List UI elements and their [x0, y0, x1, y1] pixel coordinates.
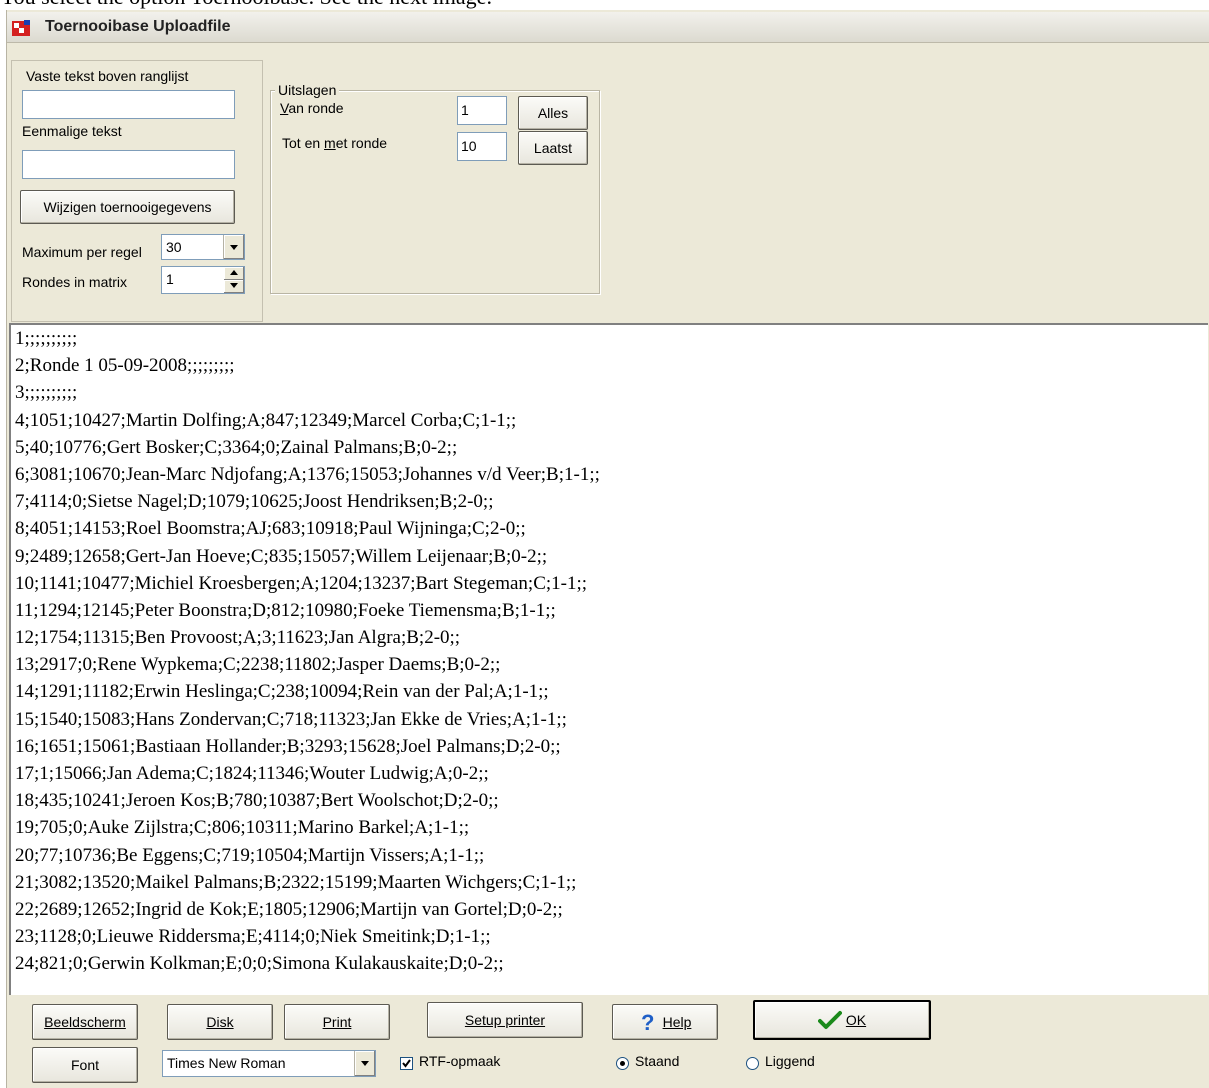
fixed-text-input[interactable]: [22, 90, 235, 119]
print-button[interactable]: Print: [284, 1004, 390, 1040]
ok-button[interactable]: OK: [753, 1000, 931, 1040]
setup-printer-button-label: Setup printer: [464, 1012, 546, 1028]
output-line: 12;1754;11315;Ben Provoost;A;3;11623;Jan…: [15, 627, 461, 649]
font-select[interactable]: Times New Roman: [162, 1050, 376, 1077]
onetime-text-label: Eenmalige tekst: [22, 123, 122, 139]
results-group-title: Uitslagen: [275, 82, 340, 98]
to-round-label-part2: et ronde: [335, 135, 388, 151]
to-round-label-part1: Tot en: [282, 135, 325, 151]
output-line: 3;;;;;;;;;;: [15, 382, 78, 404]
output-line: 7;4114;0;Sietse Nagel;D;1079;10625;Joost…: [15, 491, 494, 513]
max-per-line-label: Maximum per regel: [22, 244, 142, 260]
from-round-label: Van ronde: [280, 100, 344, 116]
upload-window: Toernooibase Uploadfile Vaste tekst bove…: [6, 10, 1209, 1088]
all-rounds-button[interactable]: Alles: [518, 96, 588, 130]
all-rounds-button-label: Alles: [537, 105, 569, 121]
edit-tournament-button[interactable]: Wijzigen toernooigegevens: [20, 190, 235, 224]
output-line: 23;1128;0;Lieuwe Riddersma;E;4114;0;Niek…: [15, 926, 491, 948]
output-line: 24;821;0;Gerwin Kolkman;E;0;0;Simona Kul…: [15, 953, 504, 975]
to-round-label-hotkey: m: [324, 135, 336, 151]
output-line: 5;40;10776;Gert Bosker;C;3364;0;Zainal P…: [15, 436, 458, 458]
window-title: Toernooibase Uploadfile: [45, 18, 231, 35]
caption-text: You select the option Toernooibase. See …: [0, 0, 1209, 10]
app-icon: [12, 20, 30, 36]
rtf-label: RTF-opmaak: [419, 1053, 501, 1069]
chevron-down-icon[interactable]: [223, 235, 244, 259]
rounds-matrix-value: 1: [166, 271, 174, 287]
from-round-label-rest: an ronde: [288, 100, 344, 116]
last-round-button-label: Laatst: [533, 140, 573, 156]
edit-tournament-button-label: Wijzigen toernooigegevens: [43, 199, 212, 215]
output-text-area[interactable]: 1;;;;;;;;;; 2;Ronde 1 05-09-2008;;;;;;;;;…: [9, 323, 1208, 995]
output-line: 14;1291;11182;Erwin Heslinga;C;238;10094…: [15, 681, 549, 703]
output-line: 9;2489;12658;Gert-Jan Hoeve;C;835;15057;…: [15, 545, 548, 567]
rounds-matrix-label: Rondes in matrix: [22, 274, 128, 290]
spin-down-icon[interactable]: [224, 280, 244, 293]
max-per-line-select[interactable]: 30: [161, 234, 245, 260]
setup-printer-button[interactable]: Setup printer: [427, 1002, 583, 1038]
from-round-value: 1: [461, 102, 469, 118]
to-round-input[interactable]: 10: [457, 132, 507, 161]
portrait-label: Staand: [635, 1053, 680, 1069]
output-lines: 1;;;;;;;;;; 2;Ronde 1 05-09-2008;;;;;;;;;…: [11, 325, 1208, 978]
help-button[interactable]: ? Help: [612, 1004, 718, 1040]
output-line: 8;4051;14153;Roel Boomstra;AJ;683;10918;…: [15, 518, 526, 540]
output-line: 21;3082;13520;Maikel Palmans;B;2322;1519…: [15, 871, 577, 893]
output-line: 18;435;10241;Jeroen Kos;B;780;10387;Bert…: [15, 790, 499, 812]
print-button-label: Print: [322, 1014, 352, 1030]
screen-button-label: Beeldscherm: [44, 1014, 126, 1030]
to-round-label: Tot en met ronde: [282, 135, 387, 151]
max-per-line-value: 30: [166, 239, 182, 255]
output-line: 1;;;;;;;;;;: [15, 328, 78, 349]
output-line: 11;1294;12145;Peter Boonstra;D;812;10980…: [15, 599, 556, 621]
output-line: 19;705;0;Auke Zijlstra;C;806;10311;Marin…: [15, 817, 470, 839]
rounds-matrix-spinner[interactable]: 1: [161, 266, 245, 294]
onetime-text-input[interactable]: [22, 150, 235, 179]
output-line: 20;77;10736;Be Eggens;C;719;10504;Martij…: [15, 844, 485, 866]
output-line: 16;1651;15061;Bastiaan Hollander;B;3293;…: [15, 735, 561, 757]
landscape-label: Liggend: [765, 1053, 815, 1069]
fixed-text-label: Vaste tekst boven ranglijst: [26, 68, 189, 84]
disk-button[interactable]: Disk: [167, 1004, 273, 1040]
radio-selected-dot: [620, 1061, 625, 1066]
rtf-checkbox[interactable]: [400, 1057, 413, 1070]
portrait-radio[interactable]: [616, 1057, 629, 1070]
from-round-input[interactable]: 1: [457, 96, 507, 125]
to-round-value: 10: [461, 138, 477, 154]
svg-text:?: ?: [641, 1011, 654, 1033]
font-button-label: Font: [70, 1057, 99, 1073]
output-line: 13;2917;0;Rene Wypkema;C;2238;11802;Jasp…: [15, 654, 501, 676]
disk-button-label: Disk: [206, 1014, 234, 1030]
help-icon: ?: [641, 1011, 654, 1033]
last-round-button[interactable]: Laatst: [518, 131, 588, 165]
landscape-radio[interactable]: [746, 1057, 759, 1070]
output-line: 10;1141;10477;Michiel Kroesbergen;A;1204…: [15, 572, 588, 594]
font-select-value: Times New Roman: [167, 1055, 286, 1071]
help-button-label: Help: [662, 1014, 692, 1030]
checkmark-icon: [817, 1011, 842, 1029]
output-line: 22;2689;12652;Ingrid de Kok;E;1805;12906…: [15, 898, 563, 920]
chevron-down-icon[interactable]: [354, 1051, 375, 1076]
output-line: 15;1540;15083;Hans Zondervan;C;718;11323…: [15, 708, 567, 730]
output-line: 17;1;15066;Jan Adema;C;1824;11346;Wouter…: [15, 763, 489, 784]
output-line: 6;3081;10670;Jean-Marc Ndjofang;A;1376;1…: [15, 463, 600, 485]
check-icon: [402, 1059, 411, 1068]
font-button[interactable]: Font: [32, 1047, 138, 1083]
ok-button-label: OK: [845, 1012, 867, 1028]
output-line: 4;1051;10427;Martin Dolfing;A;847;12349;…: [15, 409, 517, 431]
screen-button[interactable]: Beeldscherm: [32, 1004, 138, 1040]
spin-up-icon[interactable]: [224, 267, 244, 280]
title-bar: Toernooibase Uploadfile: [7, 12, 1209, 43]
output-line: 2;Ronde 1 05-09-2008;;;;;;;;;: [15, 355, 235, 377]
